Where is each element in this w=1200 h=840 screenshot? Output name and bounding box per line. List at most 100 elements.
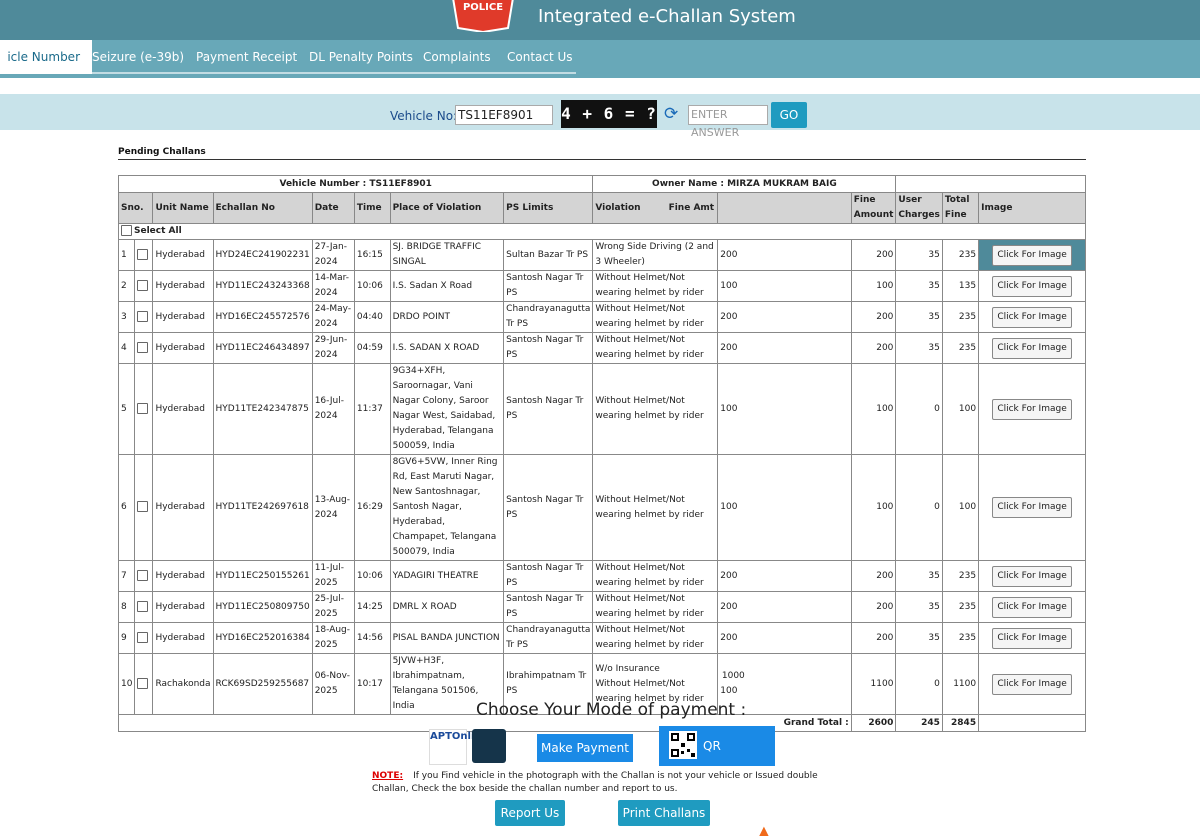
row-checkbox[interactable] xyxy=(137,501,149,512)
row-checkbox[interactable] xyxy=(137,248,149,260)
vehicle-owner-row: Vehicle Number : TS11EF8901 Owner Name :… xyxy=(117,175,1086,193)
row-checkbox[interactable] xyxy=(137,310,149,322)
violation-text: Without Helmet/Not wearing helmet by rid… xyxy=(595,304,704,329)
cell-image: Click For Image xyxy=(978,560,1086,592)
violation-text: Wrong Side Driving (2 and 3 Wheeler) xyxy=(595,242,714,267)
vehicle-number-value: TS11EF8901 xyxy=(369,178,432,189)
col-date: Date xyxy=(311,192,355,224)
select-all-checkbox[interactable] xyxy=(121,225,132,236)
click-for-image-button[interactable]: Click For Image xyxy=(992,244,1072,266)
mee-seva-logo[interactable] xyxy=(472,729,506,763)
make-payment-button[interactable]: Make Payment xyxy=(537,734,633,762)
cell-fine-amt: 200 xyxy=(717,239,852,271)
cell-date: 27-Jan-2024 xyxy=(311,239,355,271)
qr-payment-button[interactable]: QR Payment xyxy=(659,726,775,793)
table-row: 2 Hyderabad HYD11EC243243368 14-Mar-2024 10:… xyxy=(117,270,1086,302)
cell-echallan: HYD11EC243243368 xyxy=(212,270,313,302)
click-for-image-button[interactable]: Click For Image xyxy=(992,306,1072,328)
tab-dl-penalty-points[interactable]: DL Penalty Points xyxy=(309,40,413,74)
col-total-fine: Total Fine xyxy=(941,192,980,224)
tab-contact-us[interactable]: Contact Us xyxy=(507,40,573,74)
cell-echallan: HYD11EC250155261 xyxy=(212,560,313,592)
col-time: Time xyxy=(353,192,391,224)
cell-ps: Santosh Nagar Tr PS xyxy=(503,560,594,592)
violation-text: Without Helmet/Not wearing helmet by rid… xyxy=(595,594,704,619)
cell-echallan: HYD11EC250809750 xyxy=(212,591,313,623)
cell-sno: 1 xyxy=(117,239,136,271)
row-checkbox[interactable] xyxy=(137,341,149,353)
cell-time: 14:25 xyxy=(353,591,391,623)
note-text: If you Find vehicle in the photograph wi… xyxy=(372,771,818,794)
tab-vehicle-number[interactable]: icle Number xyxy=(0,40,92,74)
cell-unit: Hyderabad xyxy=(152,454,214,561)
report-us-button[interactable]: Report Us xyxy=(495,800,565,826)
cell-unit: Hyderabad xyxy=(152,301,214,333)
cell-place: DMRL X ROAD xyxy=(389,591,505,623)
cell-time: 16:15 xyxy=(353,239,391,271)
select-all-row: Select All xyxy=(118,223,1086,240)
nav-underline xyxy=(80,72,576,74)
cell-echallan: HYD16EC245572576 xyxy=(212,301,313,333)
print-challans-button[interactable]: Print Challans xyxy=(618,800,710,826)
cell-violation: Without Helmet/Not wearing helmet by rid… xyxy=(592,301,719,333)
cell-checkbox xyxy=(134,332,154,364)
go-button[interactable]: GO xyxy=(771,102,807,128)
cell-total: 235 xyxy=(941,332,980,364)
row-checkbox[interactable] xyxy=(137,631,149,643)
cell-time: 16:29 xyxy=(353,454,391,561)
cell-fine-amount: 100 xyxy=(850,454,897,561)
cell-echallan: RCK69SD259255687 xyxy=(212,653,313,715)
click-for-image-button[interactable]: Click For Image xyxy=(992,275,1072,297)
app-title: Integrated e-Challan System xyxy=(538,6,796,27)
cell-image: Click For Image xyxy=(978,239,1086,271)
vehicle-no-input[interactable]: TS11EF8901 xyxy=(455,105,553,125)
violation-text: Without Helmet/Not wearing helmet by rid… xyxy=(595,335,704,360)
click-for-image-button[interactable]: Click For Image xyxy=(992,596,1072,618)
select-all-label: Select All xyxy=(134,226,182,236)
fine-amt: 1000 xyxy=(721,671,745,681)
cell-echallan: HYD16EC252016384 xyxy=(212,622,313,654)
cell-date: 11-Jul-2025 xyxy=(311,560,355,592)
tab-complaints[interactable]: Complaints xyxy=(423,40,491,74)
tab-seizure[interactable]: Seizure (e-39b) xyxy=(92,40,184,74)
cell-fine-amt: 100 xyxy=(717,270,852,302)
fine-amt: 100 xyxy=(720,686,738,696)
click-for-image-button[interactable]: Click For Image xyxy=(992,627,1072,649)
click-for-image-button[interactable]: Click For Image xyxy=(992,337,1072,359)
click-for-image-button[interactable]: Click For Image xyxy=(992,398,1072,420)
cell-place: PISAL BANDA JUNCTION xyxy=(389,622,505,654)
aptonline-logo[interactable]: APTOnline xyxy=(429,729,488,765)
click-for-image-button[interactable]: Click For Image xyxy=(992,497,1072,518)
refresh-captcha-icon[interactable]: ⟳ xyxy=(664,105,682,123)
cell-total: 235 xyxy=(941,622,980,654)
owner-name-value: MIRZA MUKRAM BAIG xyxy=(727,178,837,189)
cell-time: 04:40 xyxy=(353,301,391,333)
click-for-image-button[interactable]: Click For Image xyxy=(992,673,1072,695)
cell-sno: 5 xyxy=(117,363,136,455)
fine-amt: 100 xyxy=(720,280,738,291)
col-violation: Violation Fine Amt xyxy=(592,192,719,224)
row-checkbox[interactable] xyxy=(137,402,149,414)
cell-image: Click For Image xyxy=(978,332,1086,364)
grand-user-charges: 245 xyxy=(895,714,943,732)
violation-text: Without Helmet/Not wearing helmet by rid… xyxy=(595,494,704,520)
cell-fine-amount: 200 xyxy=(850,560,897,592)
cell-ps: Chandrayanagutta Tr PS xyxy=(503,301,594,333)
police-logo: POLICE xyxy=(452,0,514,32)
click-for-image-button[interactable]: Click For Image xyxy=(992,565,1072,587)
col-fine-amt: Fine Amt xyxy=(668,202,715,213)
cell-time: 10:17 xyxy=(353,653,391,715)
cell-ps: Santosh Nagar Tr PS xyxy=(503,363,594,455)
col-sno: Sno. xyxy=(117,192,154,224)
cell-checkbox xyxy=(134,270,154,302)
cell-checkbox xyxy=(134,622,154,654)
col-image: Image xyxy=(978,192,1086,224)
row-checkbox[interactable] xyxy=(137,279,149,291)
row-checkbox[interactable] xyxy=(137,600,149,612)
tab-payment-receipt[interactable]: Payment Receipt xyxy=(196,40,297,74)
vehicle-no-label: Vehicle No: xyxy=(390,109,458,123)
captcha-answer-input[interactable]: ENTER ANSWER xyxy=(688,105,768,139)
cell-sno: 4 xyxy=(117,332,136,364)
row-checkbox[interactable] xyxy=(137,569,149,581)
row-checkbox[interactable] xyxy=(137,677,149,689)
